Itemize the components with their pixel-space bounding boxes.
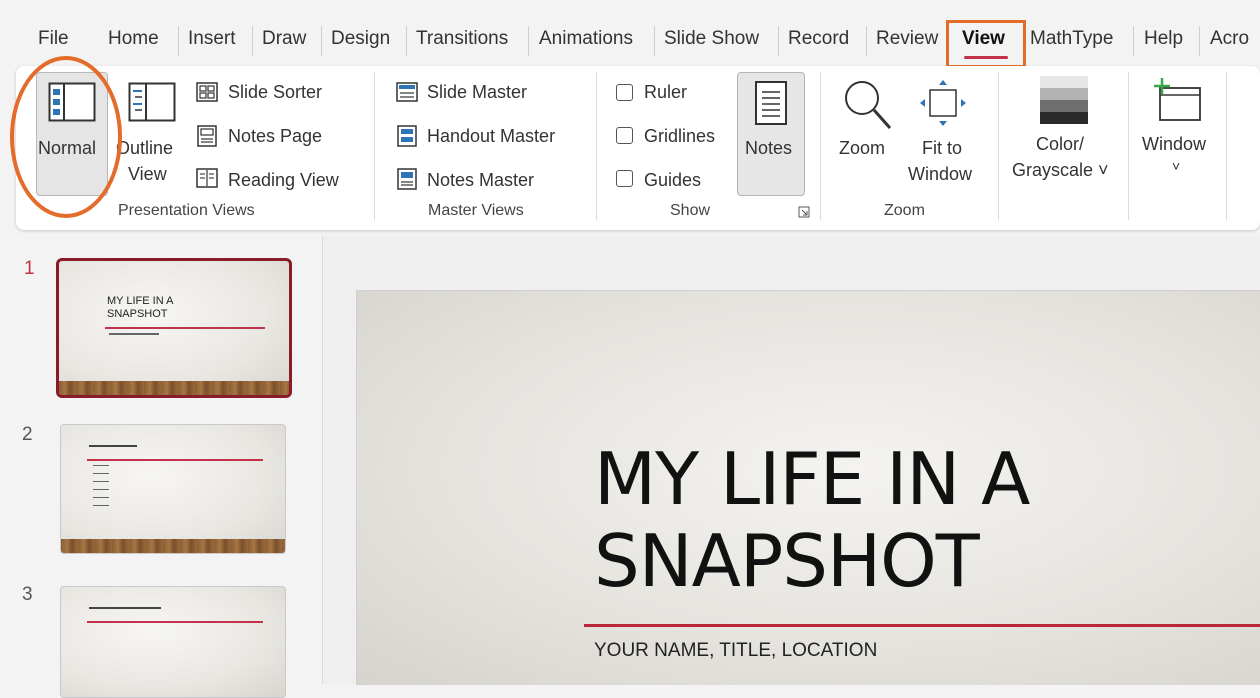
tab-divider: [1199, 26, 1200, 56]
thumb-bullet: [93, 497, 109, 498]
ruler-label[interactable]: Ruler: [644, 82, 687, 103]
tab-divider: [778, 26, 779, 56]
guides-label[interactable]: Guides: [644, 170, 701, 191]
slide-accent-line: [584, 624, 1260, 627]
tab-mathtype[interactable]: MathType: [1030, 28, 1113, 50]
normal-button-highlight-circle: [10, 56, 122, 218]
color-grayscale-label-line1[interactable]: Color/: [1036, 134, 1084, 155]
notes-label: Notes: [745, 138, 793, 158]
slide-master-button[interactable]: Slide Master: [427, 82, 527, 103]
outline-view-icon[interactable]: [128, 82, 176, 122]
group-divider: [596, 72, 597, 220]
zoom-label[interactable]: Zoom: [839, 138, 885, 159]
slide-number: 1: [24, 258, 35, 279]
tab-design[interactable]: Design: [331, 28, 390, 50]
slide-title-line2: SNAPSHOT: [594, 519, 980, 603]
group-divider: [998, 72, 999, 220]
view-tab-highlight-box: [946, 20, 1026, 68]
slide-title-line1: MY LIFE IN A: [594, 437, 1030, 521]
thumb-wood-band: [61, 539, 285, 553]
thumb-bullet: [93, 489, 109, 490]
show-group-label: Show: [670, 202, 711, 219]
dialog-launcher-icon[interactable]: [798, 206, 810, 218]
thumb-heading-placeholder: [89, 445, 137, 447]
outline-view-label-line2[interactable]: View: [128, 164, 167, 185]
group-divider: [1226, 72, 1227, 220]
fit-to-window-label-line1[interactable]: Fit to: [922, 138, 962, 159]
window-dropdown-caret-icon[interactable]: ˅: [1172, 158, 1180, 174]
tab-divider: [866, 26, 867, 56]
handout-master-icon: [397, 125, 417, 147]
notes-page-icon: [197, 125, 217, 147]
slide-sorter-button[interactable]: Slide Sorter: [228, 82, 322, 103]
window-label[interactable]: Window: [1142, 134, 1206, 155]
thumb-accent-line: [105, 327, 265, 329]
outline-view-label-line1[interactable]: Outline: [116, 138, 173, 159]
handout-master-button[interactable]: Handout Master: [427, 126, 555, 147]
notes-master-icon: [397, 168, 417, 190]
presentation-views-group-label: Presentation Views: [118, 202, 255, 219]
tab-transitions[interactable]: Transitions: [416, 28, 508, 50]
fit-to-window-icon[interactable]: [918, 78, 968, 128]
slide-title[interactable]: MY LIFE IN A SNAPSHOT: [594, 437, 1030, 603]
tab-divider: [654, 26, 655, 56]
slide-thumbnail-3[interactable]: [60, 586, 286, 698]
gridlines-checkbox[interactable]: [616, 127, 633, 144]
notes-page-button[interactable]: Notes Page: [228, 126, 322, 147]
slide-subtitle[interactable]: YOUR NAME, TITLE, LOCATION: [594, 640, 877, 662]
thumb-bullet: [93, 505, 109, 506]
color-grayscale-icon[interactable]: [1040, 76, 1088, 124]
thumb-wood-band: [59, 381, 289, 395]
tab-divider: [321, 26, 322, 56]
master-views-group-label: Master Views: [428, 202, 524, 219]
tab-divider: [528, 26, 529, 56]
zoom-group-label: Zoom: [884, 202, 925, 219]
slide-thumbnail-1[interactable]: MY LIFE IN A SNAPSHOT: [56, 258, 292, 398]
tab-review[interactable]: Review: [876, 28, 938, 50]
zoom-icon[interactable]: [842, 78, 894, 132]
reading-view-button[interactable]: Reading View: [228, 170, 339, 191]
slide-sorter-icon: [196, 82, 218, 102]
slide-number: 2: [22, 424, 33, 445]
tab-help[interactable]: Help: [1144, 28, 1183, 50]
thumb-bullet: [93, 473, 109, 474]
tab-home[interactable]: Home: [108, 28, 159, 50]
thumb-subtitle-placeholder: [109, 333, 159, 335]
group-divider: [1128, 72, 1129, 220]
tab-divider: [178, 26, 179, 56]
ruler-checkbox[interactable]: [616, 84, 633, 101]
notes-master-button[interactable]: Notes Master: [427, 170, 534, 191]
tab-divider: [406, 26, 407, 56]
thumb-accent-line: [87, 621, 263, 623]
slide-number: 3: [22, 584, 33, 605]
slide-master-icon: [396, 82, 418, 102]
tab-draw[interactable]: Draw: [262, 28, 306, 50]
ribbon-tab-bar: File Home Insert Draw Design Transitions…: [0, 0, 1260, 62]
group-divider: [374, 72, 375, 220]
notes-icon: [755, 81, 787, 125]
thumb-title-line2: SNAPSHOT: [107, 308, 168, 320]
thumb-title-line1: MY LIFE IN A: [107, 295, 174, 307]
tab-slide-show[interactable]: Slide Show: [664, 28, 759, 50]
tab-file[interactable]: File: [38, 28, 69, 50]
color-grayscale-label-line2[interactable]: Grayscale ˅: [1012, 160, 1109, 181]
fit-to-window-label-line2[interactable]: Window: [908, 164, 972, 185]
new-window-icon[interactable]: [1150, 76, 1204, 124]
tab-divider: [1133, 26, 1134, 56]
group-divider: [820, 72, 821, 220]
tab-record[interactable]: Record: [788, 28, 849, 50]
gridlines-label[interactable]: Gridlines: [644, 126, 715, 147]
thumb-bullet: [93, 465, 109, 466]
tab-animations[interactable]: Animations: [539, 28, 633, 50]
tab-insert[interactable]: Insert: [188, 28, 236, 50]
tab-divider: [252, 26, 253, 56]
slide-thumbnail-2[interactable]: [60, 424, 286, 554]
thumb-accent-line: [87, 459, 263, 461]
tab-acrobat[interactable]: Acro: [1210, 28, 1249, 50]
reading-view-icon: [196, 168, 218, 188]
thumb-bullet: [93, 481, 109, 482]
guides-checkbox[interactable]: [616, 170, 633, 187]
thumb-heading-placeholder: [89, 607, 161, 609]
